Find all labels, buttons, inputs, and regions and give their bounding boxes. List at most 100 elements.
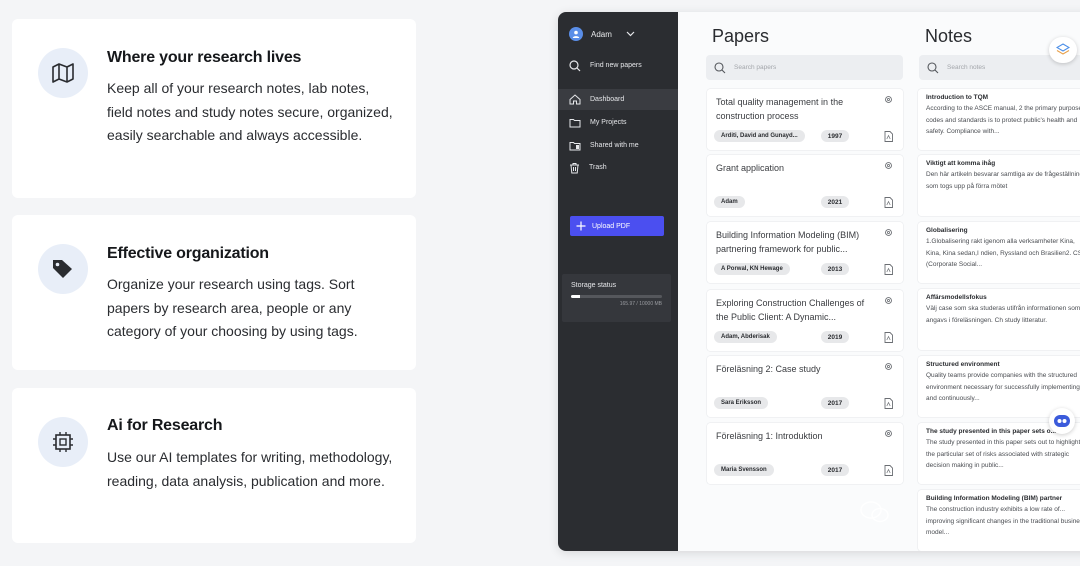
app-window: Adam Find new papers Dashboard My Projec… [558,12,1080,551]
note-title: Affärsmodellsfokus [926,294,987,301]
papers-column: Papers Search papers Total quality manag… [686,12,904,551]
find-new-papers-button[interactable]: Find new papers [558,55,678,76]
robot-face-icon [1054,415,1070,427]
sidebar-item-dashboard[interactable]: Dashboard [558,89,678,110]
gear-icon[interactable] [884,296,893,305]
paper-year-tag: 2017 [821,397,849,409]
avatar [569,27,583,41]
floating-action-button[interactable] [1049,37,1077,63]
sidebar: Adam Find new papers Dashboard My Projec… [558,12,678,551]
paper-card[interactable]: Föreläsning 2: Case study Sara Eriksson 20… [707,356,903,417]
feature-body: Keep all of your research notes, lab not… [107,80,393,143]
note-body: The study presented in this paper sets o… [926,439,1080,469]
papers-search-input[interactable]: Search papers [706,55,903,80]
note-title: Introduction to TQM [926,94,989,101]
feature-body: Use our AI templates for writing, method… [107,449,393,489]
layers-icon [1056,43,1070,55]
note-card[interactable]: Affärsmodellsfokus Välj case som ska stud… [918,289,1080,350]
home-icon [569,94,581,105]
watermark [860,500,890,524]
note-body: 1.Globalisering rakt igenom alla verksam… [926,238,1080,268]
storage-label: Storage status [571,282,617,289]
paper-year-tag: 2017 [821,464,849,476]
pdf-icon[interactable] [884,264,893,275]
upload-pdf-label: Upload PDF [592,222,631,230]
chevron-down-icon [626,31,635,37]
search-icon [927,61,939,73]
paper-card[interactable]: Föreläsning 1: Introduktion Maria Svensso… [707,423,903,484]
sidebar-item-label: My Projects [590,119,627,126]
note-title: Structured environment [926,361,1000,368]
paper-card[interactable]: Total quality management in the construc… [707,89,903,150]
trash-icon [570,162,579,173]
pdf-icon[interactable] [884,398,893,409]
paper-title: Total quality management in the construc… [716,97,844,121]
paper-authors-tag: Maria Svensson [714,464,774,476]
pdf-icon[interactable] [884,197,893,208]
feature-title: Effective organization [107,245,269,262]
search-icon [714,61,726,73]
paper-title: Exploring Construction Challenges of the… [716,298,865,322]
gear-icon[interactable] [884,362,893,371]
pdf-icon[interactable] [884,465,893,476]
paper-title: Föreläsning 2: Case study [716,364,821,374]
storage-bar-fill [571,295,581,298]
gear-icon[interactable] [884,95,893,104]
note-card[interactable]: Viktigt att komma ihåg Den här artikeln b… [918,155,1080,216]
paper-card[interactable]: Exploring Construction Challenges of the… [707,290,903,351]
wechat-icon [860,501,889,523]
gear-icon[interactable] [884,161,893,170]
sidebar-item-label: Shared with me [590,142,639,149]
note-card[interactable]: Building Information Modeling (BIM) part… [918,490,1080,551]
sidebar-item-label: Dashboard [590,96,625,103]
tags-icon [38,244,88,294]
note-title: Building Information Modeling (BIM) part… [926,495,1063,502]
paper-authors-tag: A Porwal, KN Hewage [714,263,790,275]
paper-authors-tag: Arditi, David and Gunayd... [714,130,805,142]
note-body: Den här artikeln besvarar samtliga av de… [926,171,1080,190]
ai-chip-icon [38,417,88,467]
gear-icon[interactable] [884,429,893,438]
sidebar-item-my-projects[interactable]: My Projects [558,112,678,133]
paper-year-tag: 1997 [821,130,849,142]
pdf-icon[interactable] [884,332,893,343]
sidebar-item-shared[interactable]: Shared with me [558,135,678,156]
feature-card-research: Where your research lives Keep all of yo… [12,19,416,198]
note-title: Viktigt att komma ihåg [926,160,996,167]
feature-card-ai: Ai for Research Use our AI templates for… [12,388,416,543]
feature-title: Ai for Research [107,417,223,434]
paper-card[interactable]: Grant application Adam 2021 [707,155,903,216]
note-body: The construction industry exhibits a low… [926,506,1080,536]
paper-title: Grant application [716,163,785,173]
note-card[interactable]: Introduction to TQM According to the ASCE… [918,89,1080,150]
map-icon [38,48,88,98]
paper-authors-tag: Adam [714,196,745,208]
paper-year-tag: 2013 [821,263,849,275]
note-body: According to the ASCE manual, 2 the prim… [926,105,1080,135]
shared-folder-icon [569,141,581,150]
paper-card[interactable]: Building Information Modeling (BIM) part… [707,222,903,283]
pdf-icon[interactable] [884,131,893,142]
note-body: Välj case som ska studeras utifrån infor… [926,305,1080,324]
note-card[interactable]: Globalisering 1.Globalisering rakt igenom… [918,222,1080,283]
find-new-papers-label: Find new papers [590,62,642,69]
gear-icon[interactable] [884,228,893,237]
note-body: Quality teams provide companies with the… [926,372,1080,402]
paper-title: Föreläsning 1: Introduktion [716,431,823,441]
papers-search-placeholder: Search papers [734,64,777,71]
user-menu[interactable]: Adam [569,27,635,41]
storage-value: 165.97 / 10000 MB [619,301,662,307]
feature-title: Where your research lives [107,49,302,66]
paper-authors-tag: Sara Eriksson [714,397,769,409]
storage-bar [571,295,662,298]
note-card[interactable]: Structured environment Quality teams prov… [918,356,1080,417]
search-icon [569,59,581,71]
upload-pdf-button[interactable]: Upload PDF [570,216,664,236]
paper-year-tag: 2021 [821,196,849,208]
folder-icon [569,118,581,127]
notes-search-placeholder: Search notes [947,64,986,71]
chatbot-button[interactable] [1049,408,1075,434]
feature-card-organization: Effective organization Organize your res… [12,215,416,370]
sidebar-item-trash[interactable]: Trash [558,157,678,178]
sidebar-item-label: Trash [589,164,607,171]
